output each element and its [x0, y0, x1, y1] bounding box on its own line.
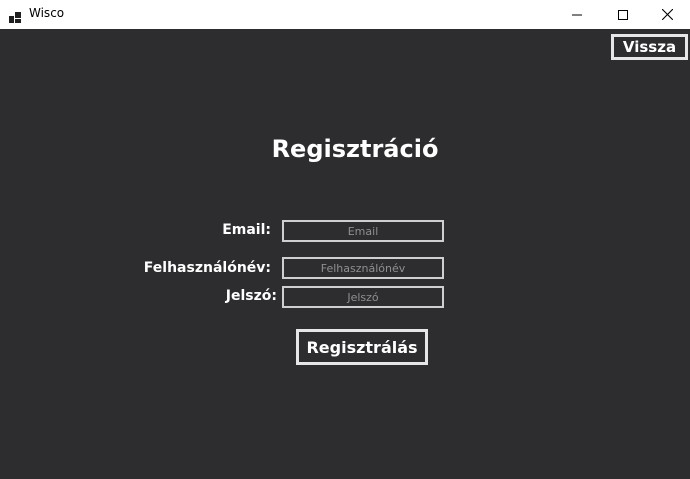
- close-button[interactable]: [644, 0, 690, 29]
- close-icon: [661, 5, 673, 24]
- username-label: Felhasználónév:: [143, 260, 271, 276]
- window-title: Wisco: [29, 6, 65, 20]
- password-label: Jelszó:: [225, 288, 277, 304]
- registration-panel: [0, 29, 690, 479]
- back-button[interactable]: Vissza: [611, 34, 688, 60]
- register-button[interactable]: Regisztrálás: [296, 329, 428, 365]
- email-field[interactable]: [282, 220, 444, 242]
- title-bar: Wisco: [0, 0, 690, 29]
- password-field[interactable]: [282, 286, 444, 308]
- minimize-icon: [572, 5, 582, 24]
- page-title: Regisztráció: [271, 135, 439, 163]
- app-window-icon: [9, 8, 21, 23]
- username-field[interactable]: [282, 257, 444, 279]
- maximize-icon: [618, 5, 628, 24]
- maximize-button[interactable]: [600, 0, 646, 29]
- minimize-button[interactable]: [554, 0, 600, 29]
- email-label: Email:: [222, 222, 271, 238]
